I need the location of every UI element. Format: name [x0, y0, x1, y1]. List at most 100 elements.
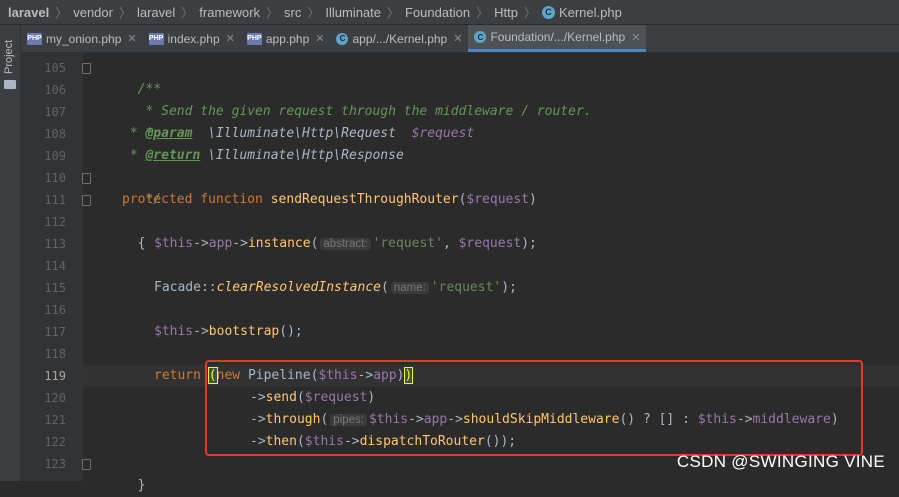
line-number: 114 — [44, 259, 66, 273]
code-line-122[interactable]: ->then($this->dispatchToRouter()); — [250, 431, 516, 453]
punctuation: ) — [529, 192, 537, 207]
method-call: then — [265, 434, 297, 449]
tab-my-onion[interactable]: PHP my_onion.php ✕ — [21, 25, 143, 52]
tab-app-kernel[interactable]: C app/.../Kernel.php ✕ — [330, 25, 468, 52]
punctuation: ); — [501, 280, 517, 295]
code-line-115[interactable]: Facade::clearResolvedInstance(name:'requ… — [154, 277, 517, 299]
code-line-117[interactable]: $this->bootstrap(); — [154, 321, 303, 343]
tab-label: index.php — [167, 31, 220, 46]
code-line-119[interactable]: return (new Pipeline($this->app)) — [154, 365, 414, 387]
tab-foundation-kernel[interactable]: C Foundation/.../Kernel.php ✕ — [468, 25, 647, 52]
string: 'request' — [372, 236, 443, 251]
code-line-120[interactable]: ->send($request) — [250, 387, 375, 409]
fold-marker-icon[interactable] — [82, 173, 91, 184]
code-line-105[interactable]: /** — [122, 57, 161, 97]
line-number: 121 — [44, 413, 66, 427]
code-line-111[interactable]: protected function sendRequestThroughRou… — [122, 189, 537, 211]
operator: -> — [408, 412, 424, 427]
chevron-right-icon: 〉 — [307, 5, 320, 20]
breadcrumb-item-src[interactable]: src — [284, 5, 301, 20]
fold-marker-icon[interactable] — [82, 63, 91, 74]
chevron-right-icon: 〉 — [181, 5, 194, 20]
variable: $this — [154, 236, 194, 251]
fold-marker-icon[interactable] — [82, 459, 91, 470]
breadcrumb-item-illuminate[interactable]: Illuminate — [325, 5, 381, 20]
tab-label: app/.../Kernel.php — [352, 31, 448, 46]
breadcrumb-item-laravel[interactable]: laravel — [0, 5, 49, 20]
code-line-123[interactable]: } — [122, 453, 146, 493]
variable: $this — [154, 324, 194, 339]
method-call: send — [265, 390, 297, 405]
doc-tag: @param — [145, 126, 193, 141]
fold-marker-icon[interactable] — [82, 195, 91, 206]
line-number: 107 — [44, 105, 66, 119]
doc-comment: * — [122, 126, 146, 141]
punctuation: ) — [396, 368, 405, 383]
code-line-121[interactable]: ->through(pipes: $this->app->shouldSkipMi… — [250, 409, 839, 431]
variable: $this — [697, 412, 737, 427]
doc-comment: * — [122, 148, 146, 163]
punctuation: ()); — [484, 434, 517, 449]
operator: -> — [357, 368, 374, 383]
code-line-109[interactable]: * @return \Illuminate\Http\Response — [122, 145, 404, 167]
tab-index[interactable]: PHP index.php ✕ — [143, 25, 241, 52]
chevron-right-icon: 〉 — [476, 5, 489, 20]
string: 'request' — [430, 280, 502, 295]
breadcrumb-item-framework[interactable]: framework — [199, 5, 260, 20]
punctuation: () ? [] : — [619, 412, 698, 427]
php-file-icon: PHP — [246, 32, 262, 45]
breadcrumb-item-label: Kernel.php — [558, 4, 622, 20]
code-line-110[interactable]: */ — [122, 167, 161, 207]
line-number: 123 — [44, 457, 66, 471]
line-number: 108 — [44, 127, 66, 141]
tab-label: Foundation/.../Kernel.php — [490, 30, 626, 44]
operator: -> — [193, 236, 209, 251]
code-line-108[interactable]: * @param \Illuminate\Http\Request $reque… — [122, 123, 474, 145]
chevron-right-icon: 〉 — [118, 5, 131, 20]
line-number: 113 — [44, 237, 66, 251]
code-line-106[interactable]: * Send the given request through the mid… — [122, 79, 591, 119]
line-number: 106 — [44, 83, 66, 97]
breadcrumb-item-vendor[interactable]: vendor — [73, 5, 113, 20]
breadcrumb-item-laravel-2[interactable]: laravel — [137, 5, 175, 20]
function-name: sendRequestThroughRouter — [270, 192, 459, 207]
variable: $request — [304, 390, 368, 405]
operator: -> — [736, 412, 753, 427]
line-number: 118 — [44, 347, 66, 361]
operator: -> — [193, 324, 209, 339]
punctuation: { — [137, 236, 146, 251]
close-icon[interactable]: ✕ — [315, 32, 324, 45]
operator: -> — [250, 412, 266, 427]
line-number: 115 — [44, 281, 66, 295]
method-call: bootstrap — [208, 324, 280, 339]
breadcrumb-item-http[interactable]: Http — [494, 5, 518, 20]
operator: -> — [250, 390, 266, 405]
close-icon[interactable]: ✕ — [631, 31, 640, 44]
code-line-113[interactable]: $this->app->instance(abstract:'request',… — [154, 233, 537, 255]
punctuation: ( — [296, 390, 305, 405]
close-icon[interactable]: ✕ — [127, 32, 136, 45]
method-call: shouldSkipMiddleware — [462, 412, 620, 427]
class-name: Pipeline — [247, 368, 311, 383]
punctuation: ( — [381, 280, 389, 295]
keyword: return — [154, 368, 209, 383]
line-number: 112 — [44, 215, 66, 229]
close-icon[interactable]: ✕ — [453, 32, 462, 45]
code-line-112[interactable]: { — [122, 211, 146, 251]
chevron-right-icon: 〉 — [265, 5, 278, 20]
chevron-right-icon: 〉 — [523, 5, 536, 20]
operator: -> — [250, 434, 266, 449]
parameter-hint: pipes: — [330, 414, 367, 426]
keyword: new — [216, 368, 248, 383]
property: app — [208, 236, 233, 251]
line-number: 122 — [44, 435, 66, 449]
punctuation: } — [137, 478, 146, 493]
operator: -> — [447, 412, 463, 427]
breadcrumb-item-foundation[interactable]: Foundation — [405, 5, 470, 20]
variable: $request — [458, 236, 522, 251]
code-line-107[interactable]: * — [122, 101, 153, 141]
breadcrumb-item-kernel[interactable]: C Kernel.php — [541, 4, 622, 20]
close-icon[interactable]: ✕ — [226, 32, 235, 45]
tab-app[interactable]: PHP app.php ✕ — [241, 25, 331, 52]
doc-type: \Illuminate\Http\Request — [192, 126, 412, 141]
